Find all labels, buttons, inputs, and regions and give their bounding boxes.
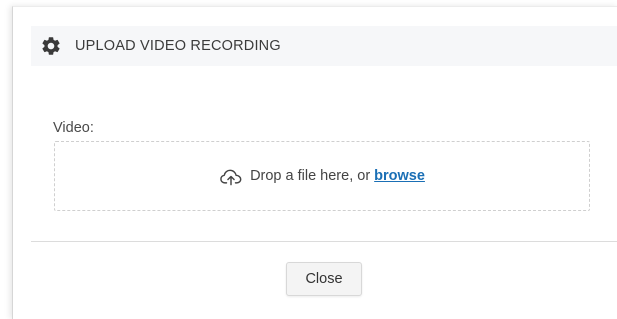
footer-divider [31,241,617,242]
gear-icon [42,37,60,55]
dropzone-content: Drop a file here, or browse [55,142,589,210]
dropzone-text: Drop a file here, or [250,168,371,184]
upload-video-dialog: UPLOAD VIDEO RECORDING Video: Drop a fil… [12,6,617,319]
cloud-upload-icon [220,169,242,185]
dialog-title: UPLOAD VIDEO RECORDING [75,38,281,54]
browse-link[interactable]: browse [374,168,425,184]
close-button[interactable]: Close [286,262,362,296]
video-dropzone[interactable]: Drop a file here, or browse [54,141,590,211]
dialog-header: UPLOAD VIDEO RECORDING [31,26,617,66]
video-field-label: Video: [53,120,94,136]
page-frame: UPLOAD VIDEO RECORDING Video: Drop a fil… [0,0,617,319]
